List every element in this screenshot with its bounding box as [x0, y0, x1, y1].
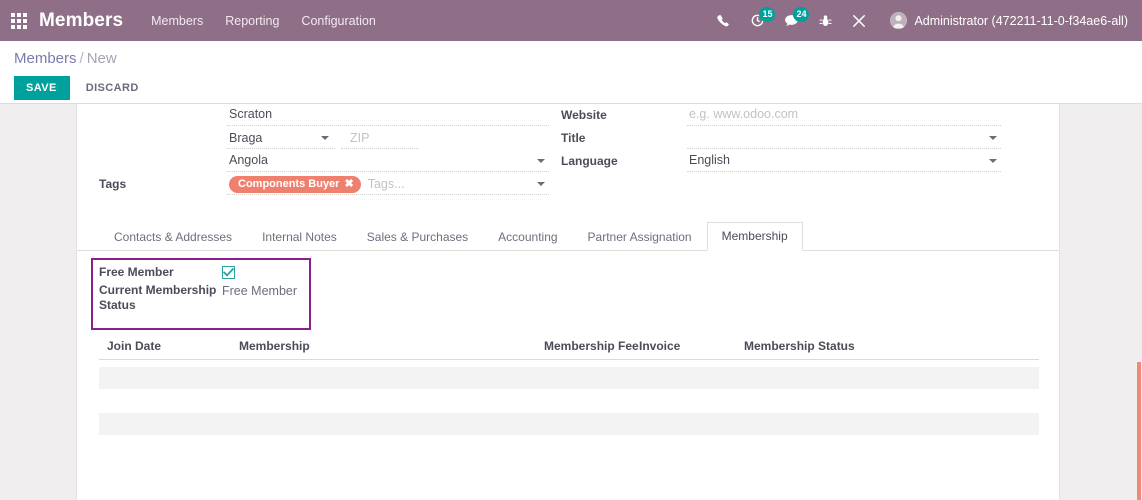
tab-partner-assignation[interactable]: Partner Assignation	[573, 223, 707, 251]
tab-internal-notes[interactable]: Internal Notes	[247, 223, 352, 251]
field-row-website: Website e.g. www.odoo.com	[561, 104, 1001, 127]
column-header-join-date[interactable]: Join Date	[99, 339, 239, 353]
country-dropdown[interactable]: Angola	[227, 150, 549, 172]
user-menu[interactable]: Administrator (472211-11-0-f34ae6-all)	[890, 12, 1128, 29]
tag-remove-icon[interactable]: ✖	[344, 178, 353, 190]
right-edge-marker	[1137, 362, 1141, 500]
row-current-membership-status: Current Membership Status Free Member	[99, 283, 1037, 313]
save-button[interactable]: SAVE	[14, 76, 70, 100]
form-background: Scraton Braga ZIP Angola Tags Components…	[0, 104, 1142, 500]
phone-icon[interactable]	[714, 12, 732, 30]
tags-placeholder: Tags...	[367, 176, 405, 191]
tab-sales-purchases[interactable]: Sales & Purchases	[352, 223, 483, 251]
chevron-down-icon	[989, 159, 997, 163]
table-header-row: Join Date Membership Membership Fee Invo…	[99, 339, 1039, 360]
field-row-tags: Tags Components Buyer ✖ Tags...	[99, 173, 549, 196]
field-label-language: Language	[561, 154, 618, 168]
tag-chip-components-buyer[interactable]: Components Buyer ✖	[229, 175, 361, 193]
activity-clock-icon[interactable]: 15	[748, 6, 776, 30]
zip-input[interactable]: ZIP	[341, 127, 419, 149]
city-value: Scraton	[229, 107, 273, 121]
tab-membership[interactable]: Membership	[706, 222, 803, 251]
field-label-tags: Tags	[99, 177, 127, 191]
control-panel: Members / New SAVE DISCARD	[0, 41, 1142, 104]
membership-fields: Free Member Current Membership Status Fr…	[99, 265, 1037, 313]
column-header-membership-fee[interactable]: Membership Fee	[544, 339, 639, 353]
breadcrumb-separator: /	[79, 50, 84, 67]
state-value: Braga	[229, 131, 263, 145]
form-fields: Scraton Braga ZIP Angola Tags Components…	[77, 104, 1059, 212]
menu-item-reporting[interactable]: Reporting	[225, 14, 279, 28]
notebook-tabs: Contacts & Addresses Internal Notes Sale…	[77, 222, 1059, 251]
state-dropdown[interactable]: Braga	[227, 127, 335, 149]
top-navbar: Members Members Reporting Configuration …	[0, 0, 1142, 41]
chevron-down-icon	[537, 182, 545, 186]
label-free-member: Free Member	[99, 265, 174, 279]
tab-contacts-addresses[interactable]: Contacts & Addresses	[99, 223, 247, 251]
state-zip-group: Braga ZIP	[227, 127, 549, 149]
column-header-membership[interactable]: Membership	[239, 339, 544, 353]
systray: 15 24 Administrator (472211-11-0-f34ae6-…	[714, 6, 1142, 30]
field-row-language: Language English	[561, 150, 1001, 173]
breadcrumb: Members / New	[14, 49, 1142, 69]
notebook: Contacts & Addresses Internal Notes Sale…	[77, 222, 1059, 435]
bug-icon[interactable]	[816, 12, 834, 30]
field-label-title: Title	[561, 131, 586, 145]
zip-placeholder: ZIP	[350, 131, 370, 145]
main-menu: Members Reporting Configuration	[151, 14, 376, 28]
label-current-membership-status: Current Membership Status	[99, 283, 217, 312]
form-sheet: Scraton Braga ZIP Angola Tags Components…	[76, 104, 1060, 500]
free-member-checkbox[interactable]	[222, 266, 235, 279]
field-row-country: Angola	[99, 150, 549, 173]
chevron-down-icon	[321, 136, 329, 140]
messages-badge-count: 24	[793, 6, 810, 22]
tags-input[interactable]: Components Buyer ✖ Tags...	[227, 173, 549, 195]
discard-button[interactable]: DISCARD	[76, 76, 149, 100]
user-avatar-icon	[890, 12, 908, 29]
menu-item-members[interactable]: Members	[151, 14, 203, 28]
messages-icon[interactable]: 24	[782, 6, 810, 30]
tags-container: Components Buyer ✖ Tags...	[229, 173, 549, 195]
title-dropdown[interactable]	[687, 127, 1001, 149]
language-dropdown[interactable]: English	[687, 150, 1001, 172]
column-header-invoice[interactable]: Invoice	[639, 339, 744, 353]
apps-grid-icon[interactable]	[11, 12, 29, 30]
breadcrumb-root[interactable]: Members	[14, 50, 77, 67]
chevron-down-icon	[537, 159, 545, 163]
breadcrumb-current: New	[86, 50, 117, 67]
tag-chip-label: Components Buyer	[238, 177, 340, 190]
column-header-membership-status[interactable]: Membership Status	[744, 339, 944, 353]
activity-badge-count: 15	[759, 6, 776, 22]
table-row[interactable]	[99, 413, 1039, 435]
row-free-member: Free Member	[99, 265, 1037, 280]
form-left-column: Scraton Braga ZIP Angola Tags Components…	[99, 104, 549, 196]
city-input[interactable]: Scraton	[227, 104, 549, 126]
form-right-column: Website e.g. www.odoo.com Title Language	[561, 104, 1001, 173]
field-row-title: Title	[561, 127, 1001, 150]
chevron-down-icon	[989, 136, 997, 140]
website-input[interactable]: e.g. www.odoo.com	[687, 104, 1001, 126]
debug-tools-icon[interactable]	[850, 12, 868, 30]
menu-item-configuration[interactable]: Configuration	[301, 14, 375, 28]
language-value: English	[689, 153, 730, 167]
user-name-label: Administrator (472211-11-0-f34ae6-all)	[914, 13, 1128, 28]
website-placeholder: e.g. www.odoo.com	[689, 107, 799, 121]
field-row-state-zip: Braga ZIP	[99, 127, 549, 150]
tab-accounting[interactable]: Accounting	[483, 223, 572, 251]
membership-page: Free Member Current Membership Status Fr…	[77, 251, 1059, 435]
table-row[interactable]	[99, 367, 1039, 389]
control-panel-buttons: SAVE DISCARD	[14, 76, 1142, 100]
country-value: Angola	[229, 153, 268, 167]
value-current-membership-status: Free Member	[222, 284, 298, 298]
app-brand-title: Members	[39, 9, 124, 31]
field-row-city: Scraton	[99, 104, 549, 127]
membership-lines-table: Join Date Membership Membership Fee Invo…	[99, 339, 1039, 435]
field-label-website: Website	[561, 108, 607, 122]
